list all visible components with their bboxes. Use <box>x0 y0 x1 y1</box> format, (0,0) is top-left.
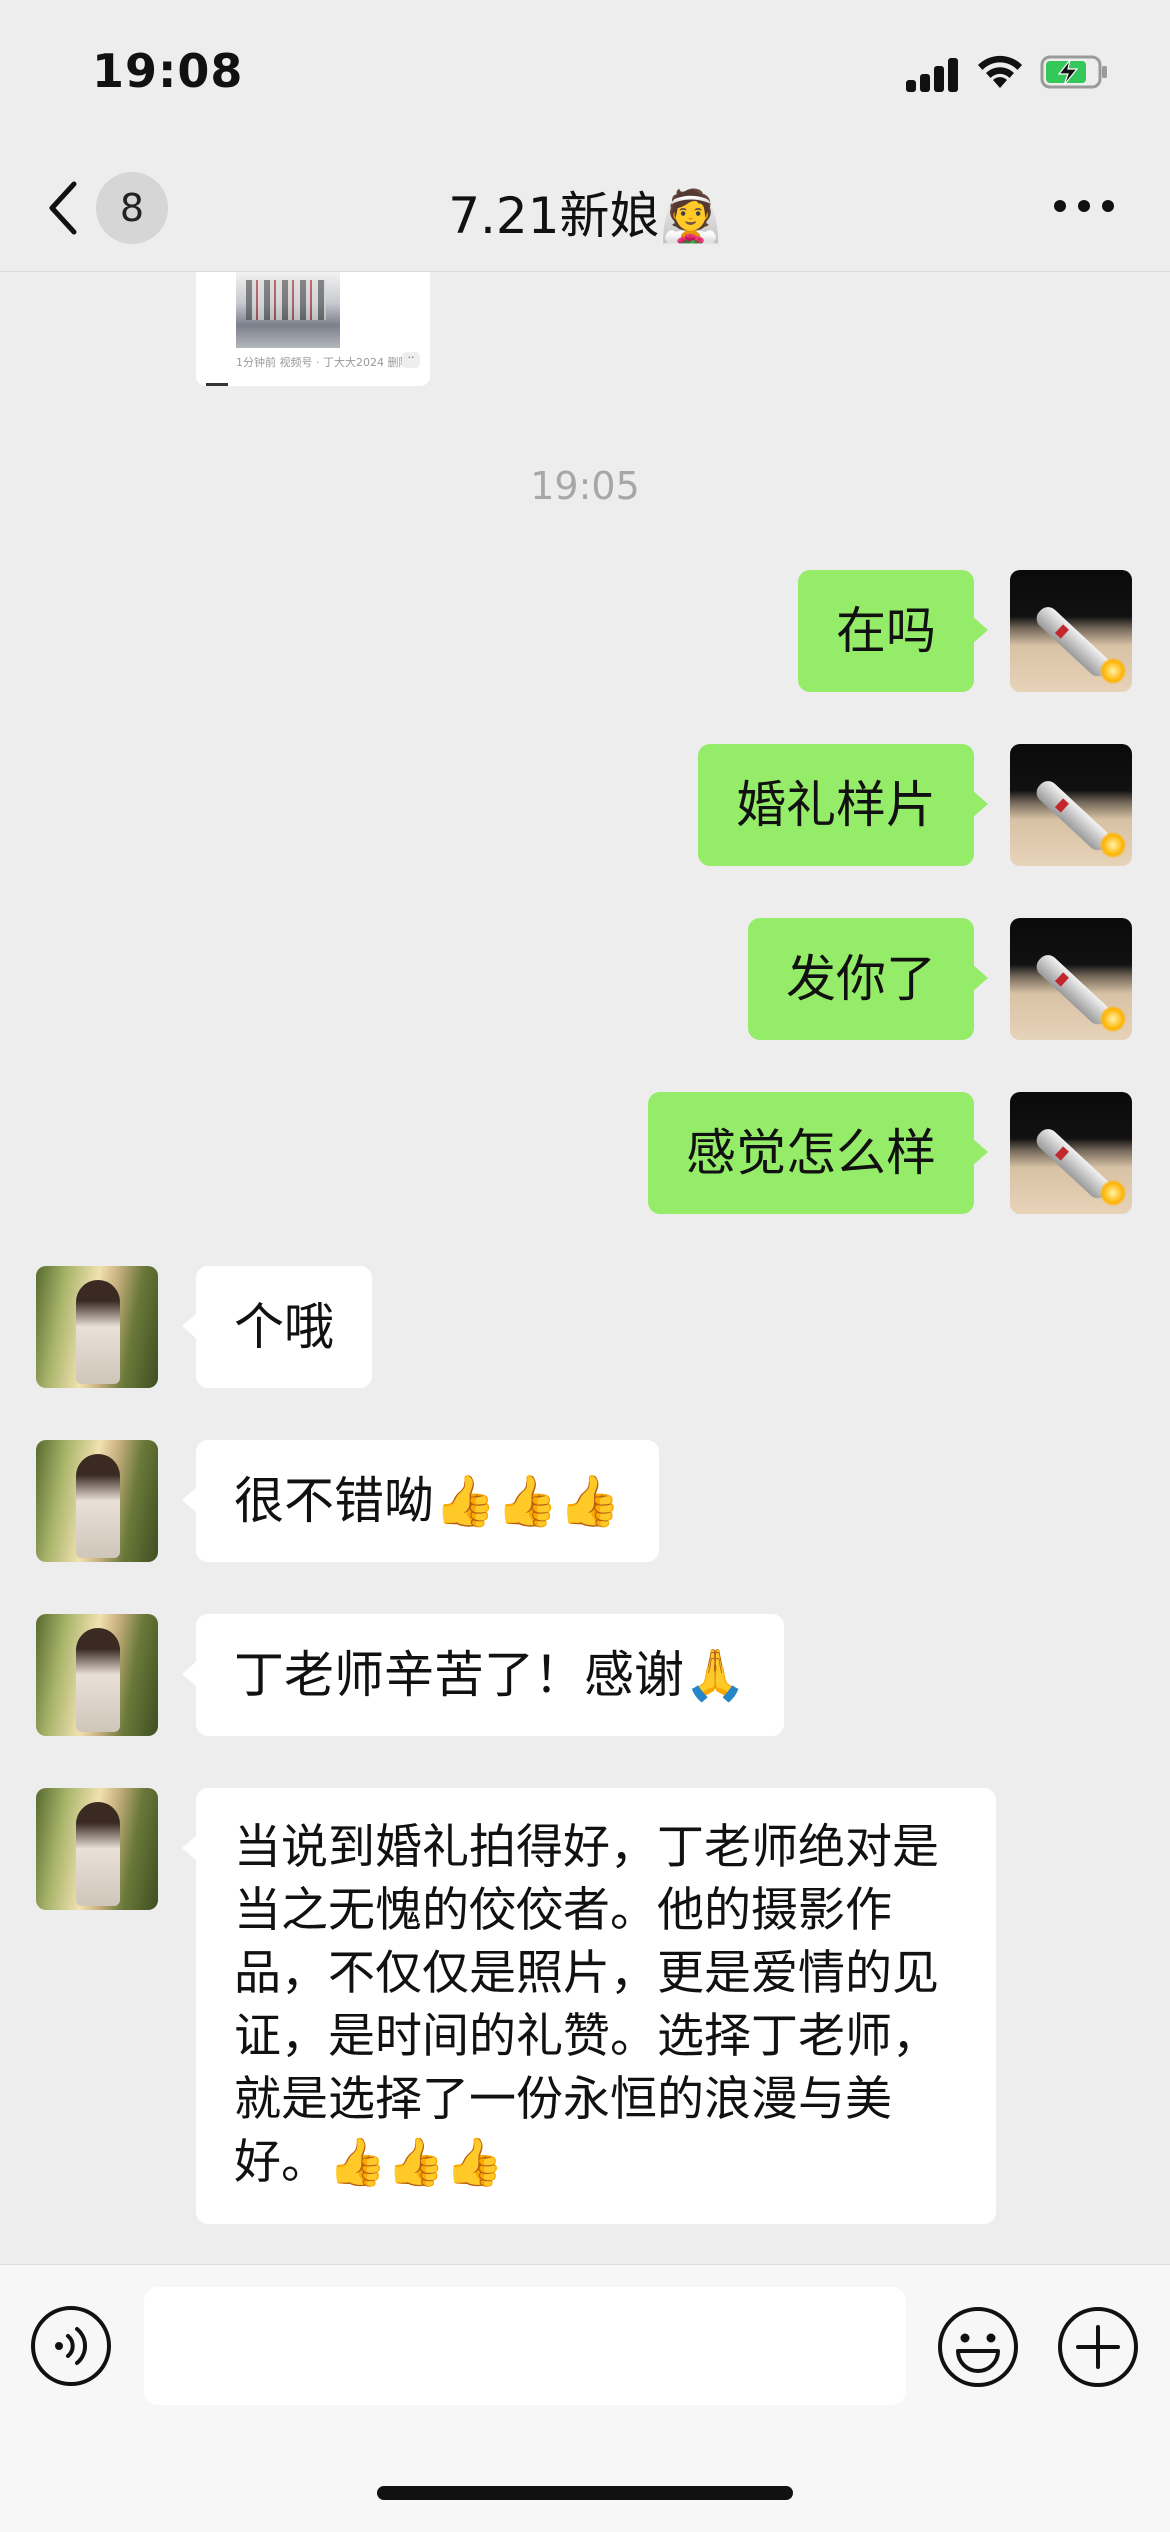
battery-charging-icon <box>1040 55 1107 89</box>
home-indicator[interactable] <box>377 2486 793 2500</box>
chat-screen: 19:08 8 7.21新娘👰 1分钟前 视频号 · 丁大大2024 删除 ··… <box>0 0 1170 2532</box>
message-bubble-incoming[interactable]: 当说到婚礼拍得好，丁老师绝对是当之无愧的佼佼者。他的摄影作品，不仅仅是照片，更是… <box>182 1788 996 2224</box>
my-avatar[interactable] <box>1010 570 1132 692</box>
plus-icon[interactable] <box>1056 2305 1140 2389</box>
more-dots-icon[interactable] <box>1054 200 1114 220</box>
contact-avatar[interactable] <box>36 1440 158 1562</box>
message-bubble-outgoing[interactable]: 婚礼样片 <box>698 744 988 866</box>
my-avatar[interactable] <box>1010 1092 1132 1214</box>
message-bubble-incoming[interactable]: 个哦 <box>182 1266 372 1388</box>
card-divider <box>206 383 228 386</box>
shared-card-meta: 1分钟前 视频号 · 丁大大2024 删除 <box>236 356 410 369</box>
message-bubble-incoming[interactable]: 很不错呦👍👍👍 <box>182 1440 659 1562</box>
wifi-icon <box>978 55 1022 88</box>
voice-icon[interactable] <box>30 2305 112 2387</box>
shared-video-card[interactable]: 1分钟前 视频号 · 丁大大2024 删除 ·· <box>196 272 430 386</box>
shared-card-more-icon[interactable]: ·· <box>402 352 420 368</box>
my-avatar[interactable] <box>1010 918 1132 1040</box>
message-bubble-outgoing[interactable]: 感觉怎么样 <box>648 1092 988 1214</box>
video-thumbnail <box>236 272 340 348</box>
message-bubble-outgoing[interactable]: 在吗 <box>798 570 988 692</box>
message-input[interactable] <box>144 2287 906 2405</box>
unread-count-badge[interactable]: 8 <box>96 172 168 244</box>
message-bubble-incoming[interactable]: 丁老师辛苦了！感谢🙏 <box>181 1614 785 1736</box>
my-avatar[interactable] <box>1010 744 1132 866</box>
contact-avatar[interactable] <box>36 1614 158 1736</box>
status-bar: 19:08 <box>0 0 1170 150</box>
status-time: 19:08 <box>92 44 244 98</box>
cellular-signal-icon <box>906 56 958 92</box>
chat-title: 7.21新娘👰 <box>448 187 722 245</box>
chevron-left-icon[interactable] <box>44 178 84 238</box>
emoji-icon[interactable] <box>936 2305 1020 2389</box>
contact-avatar[interactable] <box>36 1266 158 1388</box>
message-bubble-outgoing[interactable]: 发你了 <box>748 918 988 1040</box>
chat-header: 8 7.21新娘👰 <box>0 150 1170 272</box>
contact-avatar[interactable] <box>36 1788 158 1910</box>
message-timestamp: 19:05 <box>530 464 640 508</box>
